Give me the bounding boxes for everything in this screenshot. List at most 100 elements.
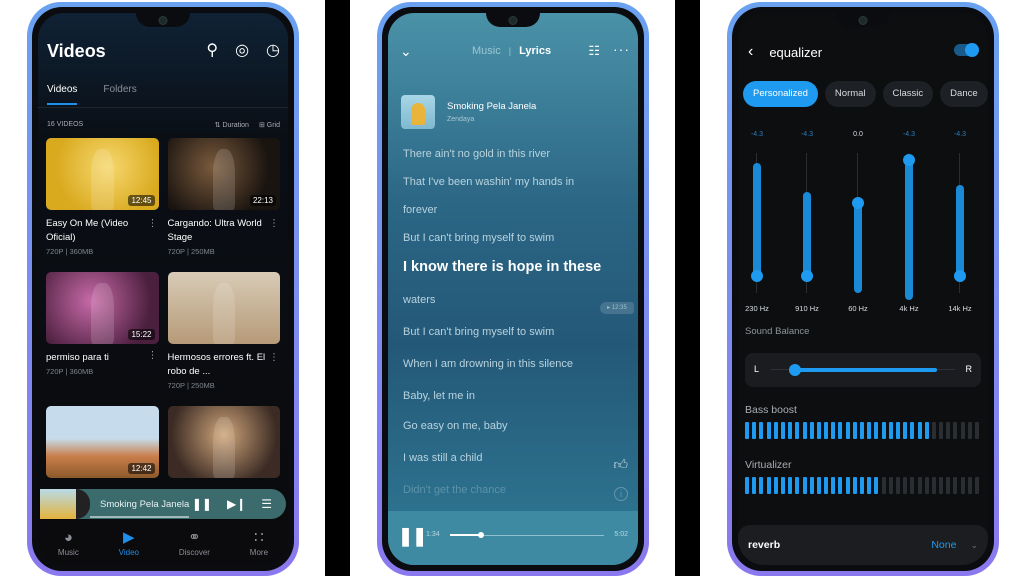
lyric-line[interactable]: waters (403, 293, 628, 325)
separator-bar (325, 0, 350, 576)
lyric-line[interactable]: That I've been washin' my hands in (403, 175, 628, 203)
tab-folders[interactable]: Folders (103, 84, 136, 105)
preset-classic[interactable]: Classic (882, 81, 934, 107)
eq-band-knob[interactable] (852, 197, 864, 210)
sound-balance-slider[interactable]: L R (745, 353, 981, 387)
playlist-icon[interactable]: ☰ (261, 497, 272, 511)
next-button[interactable]: ▶❙ (227, 497, 246, 511)
video-card[interactable]: 15:22 permiso para ti 720P | 360MB ⋯ (46, 272, 159, 406)
video-thumbnail[interactable] (167, 406, 280, 478)
balance-knob[interactable] (788, 364, 801, 376)
seek-timestamp-badge[interactable]: ▸ 12:35 (600, 302, 634, 314)
search-icon[interactable]: ⚲ (206, 41, 218, 61)
meter-segment (895, 477, 900, 494)
pause-button[interactable]: ❚❚ (398, 526, 427, 547)
reverb-row[interactable]: reverb None ⌄ (738, 525, 988, 565)
duration-badge: 12:42 (128, 463, 155, 474)
thumbs-up-icon[interactable]: 👍︎ (613, 456, 628, 473)
eq-band-knob[interactable] (903, 154, 915, 166)
reverb-value[interactable]: None (931, 539, 956, 551)
lyric-line[interactable]: forever (403, 203, 628, 231)
eq-band[interactable]: -4.3 230 Hz (738, 131, 777, 321)
more-options-icon[interactable]: ⋯ (268, 218, 279, 228)
video-card[interactable]: 22:13 Cargando: Ultra World Stage 720P |… (167, 138, 280, 272)
meter-segment (960, 422, 965, 439)
more-options-icon[interactable]: ⋯ (147, 350, 158, 360)
camera-notch (486, 13, 540, 27)
grid-view-button[interactable]: ⊞ Grid (259, 121, 280, 129)
video-card[interactable] (167, 406, 280, 540)
pause-button[interactable]: ❚❚ (192, 497, 212, 511)
meter-segment (831, 422, 836, 439)
eq-band[interactable]: -4.3 4k Hz (889, 131, 929, 321)
lyric-line[interactable]: Baby, let me in (403, 389, 628, 419)
equalizer-icon[interactable]: ☷ (588, 43, 600, 59)
lyric-line[interactable]: But I can't bring myself to swim (403, 231, 628, 259)
player-bar: ❚❚ 1:34 5:02 (388, 511, 638, 565)
more-options-icon[interactable]: ··· (613, 41, 630, 57)
tab-separator: | (508, 46, 512, 56)
mini-player[interactable]: Smoking Pela Janela ❚❚ ▶❙ ☰ (40, 489, 286, 519)
seek-bar[interactable] (450, 532, 604, 538)
meter-segment (795, 422, 800, 439)
video-card[interactable]: Hermosos errores ft. El robo de ... 720P… (167, 272, 280, 406)
video-thumbnail[interactable]: 12:42 (46, 406, 159, 478)
back-arrow-icon[interactable]: ‹ (748, 43, 753, 61)
page-title: Videos (47, 41, 106, 61)
video-thumbnail[interactable]: 22:13 (167, 138, 280, 210)
more-options-icon[interactable]: ⋯ (147, 218, 158, 228)
video-thumbnail[interactable]: 15:22 (46, 272, 159, 344)
duration-badge: 15:22 (128, 329, 155, 340)
lyric-line[interactable]: Didn't get the chance (403, 483, 628, 511)
nav-discover[interactable]: ⚭ Discover (179, 529, 210, 557)
eq-band-knob[interactable] (751, 270, 763, 283)
meter-segment (816, 422, 821, 439)
chevron-down-icon[interactable]: ⌄ (970, 540, 978, 551)
video-title: permiso para ti (46, 352, 109, 363)
meter-segment (960, 477, 965, 494)
lyric-line-active[interactable]: I know there is hope in these (403, 259, 628, 293)
tab-divider (38, 107, 288, 108)
lyric-line[interactable]: When I am drowning in this silence (403, 357, 628, 389)
lyric-line[interactable]: Go easy on me, baby (403, 419, 628, 451)
nav-music[interactable]: ◕ Music (58, 529, 79, 557)
tab-videos[interactable]: Videos (47, 84, 78, 105)
video-thumbnail[interactable]: 12:45 (46, 138, 159, 210)
bass-boost-label: Bass boost (745, 404, 797, 416)
tab-music[interactable]: Music (472, 45, 501, 57)
meter-segment (917, 422, 922, 439)
tab-lyrics[interactable]: Lyrics (519, 45, 551, 57)
eq-band-knob[interactable] (801, 270, 813, 283)
video-title: Easy On Me (Video Oficial) (46, 218, 129, 243)
video-card[interactable]: 12:45 Easy On Me (Video Oficial) 720P | … (46, 138, 159, 272)
eq-band[interactable]: -4.3 910 Hz (787, 131, 827, 321)
lyric-line[interactable]: But I can't bring myself to swim (403, 325, 628, 357)
info-icon[interactable]: i (614, 487, 628, 501)
reverb-label: reverb (748, 539, 781, 551)
video-card[interactable]: 12:42 (46, 406, 159, 540)
meter-segment (867, 422, 872, 439)
meter-segment (860, 422, 864, 439)
preset-dance[interactable]: Dance (940, 81, 988, 107)
equalizer-toggle[interactable] (954, 43, 979, 57)
nav-label: Discover (178, 548, 210, 557)
nav-video[interactable]: ▶ Video (119, 529, 139, 557)
radar-icon[interactable]: ◎ (235, 41, 249, 61)
eq-band[interactable]: 0.0 60 Hz (838, 131, 878, 321)
bass-boost-meter[interactable] (745, 422, 979, 439)
seek-knob[interactable] (477, 532, 484, 538)
more-options-icon[interactable]: ⋯ (268, 352, 279, 362)
eq-band[interactable]: -4.3 14k Hz (940, 131, 980, 321)
balance-track[interactable] (771, 364, 955, 376)
lyric-line[interactable]: I was still a child (403, 451, 628, 483)
preset-personalized[interactable]: Personalized (743, 81, 818, 107)
eq-band-knob[interactable] (954, 270, 966, 283)
sort-duration-button[interactable]: ⇅ Duration (215, 121, 249, 129)
history-icon[interactable]: ◷ (266, 41, 280, 61)
virtualizer-meter[interactable] (745, 477, 979, 494)
lyric-line[interactable]: There ain't no gold in this river (403, 147, 628, 175)
nav-more[interactable]: ∷ More (250, 529, 268, 557)
preset-normal[interactable]: Normal (824, 81, 876, 107)
collapse-chevron-icon[interactable]: ⌄ (400, 43, 412, 60)
video-thumbnail[interactable] (167, 272, 280, 344)
